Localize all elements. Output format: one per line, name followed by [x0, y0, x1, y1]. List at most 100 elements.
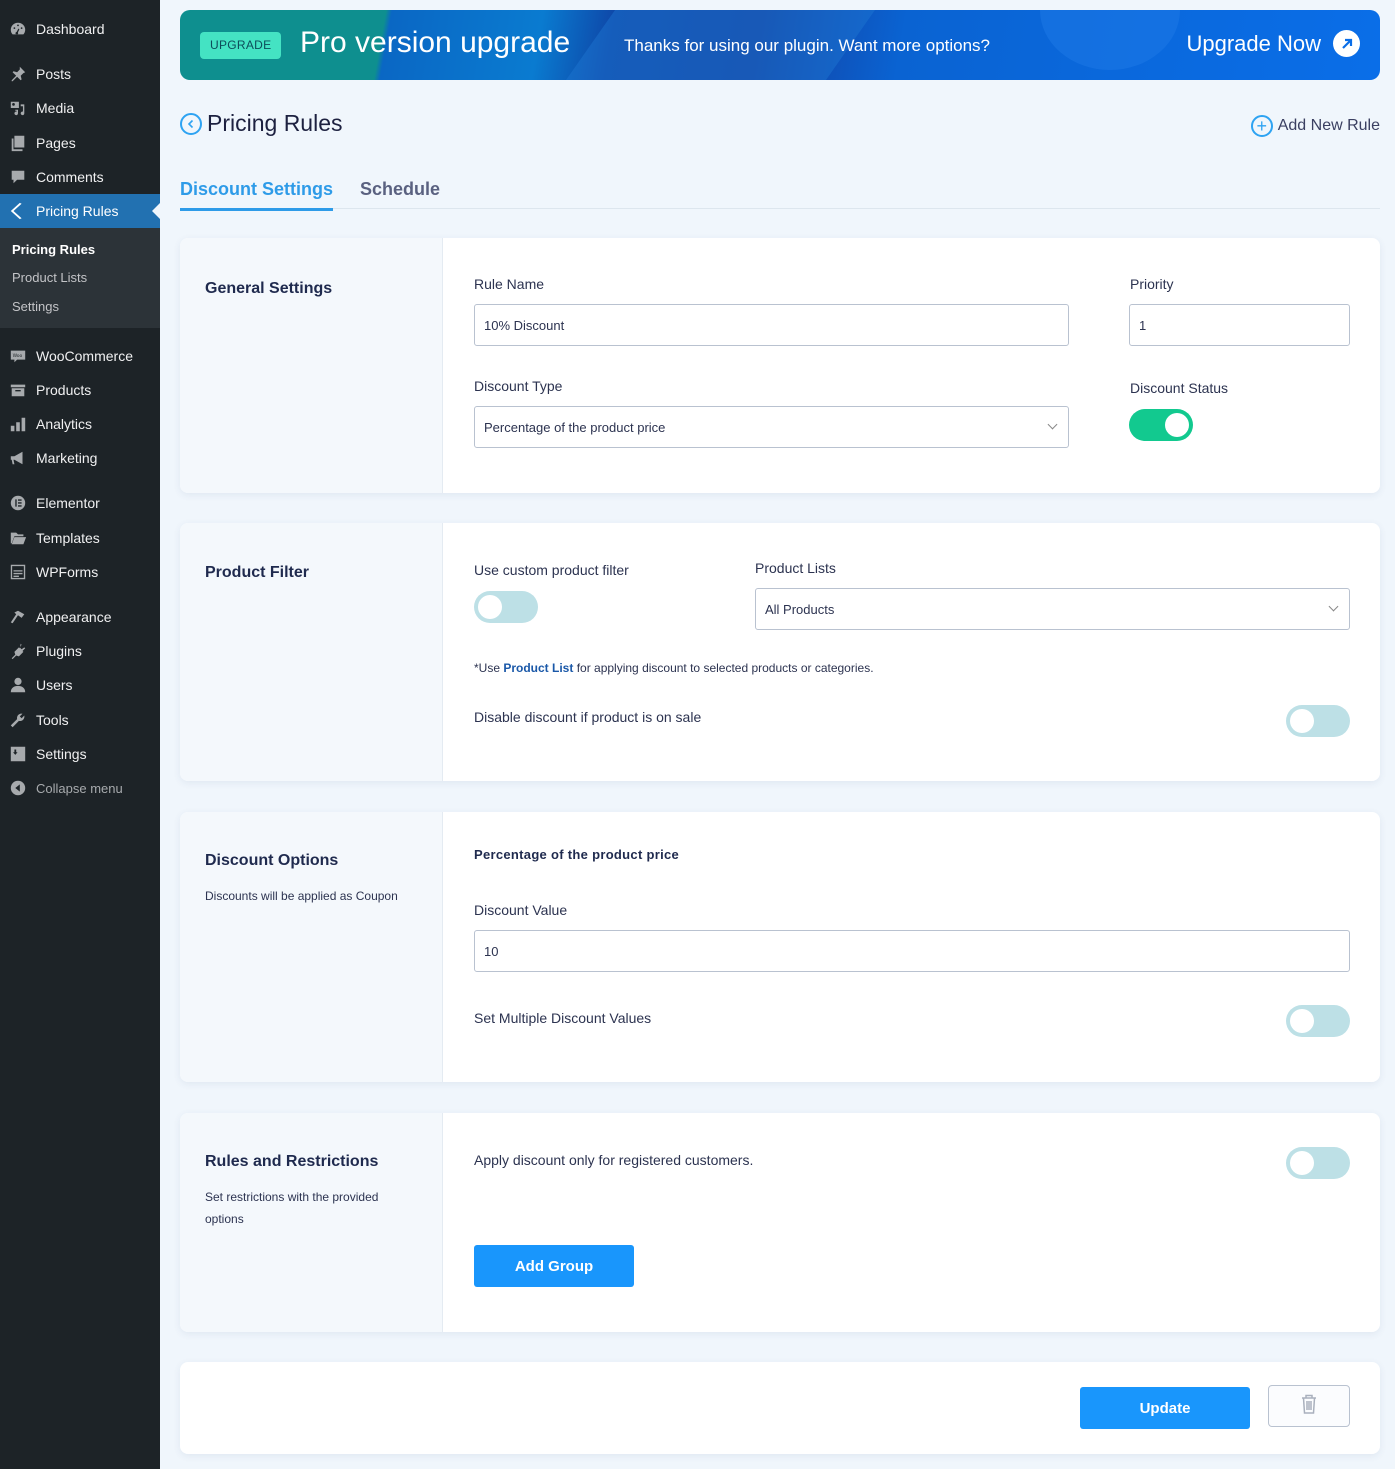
sidebar-item-label: Users [36, 677, 73, 693]
wrench-icon [8, 710, 28, 730]
sidebar-item-wpforms[interactable]: WPForms [0, 555, 160, 589]
sidebar-item-label: Plugins [36, 643, 82, 659]
sidebar-item-analytics[interactable]: Analytics [0, 407, 160, 441]
delete-button[interactable] [1268, 1385, 1350, 1427]
submenu-item-product-lists[interactable]: Product Lists [12, 270, 87, 285]
sidebar-item-comments[interactable]: Comments [0, 160, 160, 194]
admin-sidebar: Dashboard Posts Media Pages Comments Pri… [0, 0, 160, 1469]
tab-bar: Discount Settings Schedule [180, 176, 1380, 211]
card-sidebar: Discount Options Discounts will be appli… [180, 812, 443, 1082]
pages-icon [8, 133, 28, 153]
back-chevron-icon[interactable] [180, 112, 202, 135]
chevron-down-icon [1328, 601, 1339, 612]
sidebar-item-products[interactable]: Products [0, 373, 160, 407]
sidebar-item-label: Elementor [36, 495, 100, 511]
sidebar-item-users[interactable]: Users [0, 668, 160, 702]
rules-restrictions-card: Rules and Restrictions Set restrictions … [180, 1113, 1380, 1332]
sidebar-item-label: WPForms [36, 564, 99, 580]
comment-icon [8, 167, 28, 187]
card-sidebar: Rules and Restrictions Set restrictions … [180, 1113, 443, 1332]
add-group-button[interactable]: Add Group [474, 1245, 634, 1287]
discount-status-label: Discount Status [1130, 380, 1229, 396]
section-title: General Settings [205, 280, 333, 297]
custom-filter-label: Use custom product filter [474, 562, 629, 578]
upgrade-badge: UPGRADE [200, 32, 282, 59]
sidebar-item-label: Settings [36, 746, 87, 762]
sidebar-item-dashboard[interactable]: Dashboard [0, 12, 160, 46]
sidebar-item-elementor[interactable]: Elementor [0, 486, 160, 520]
product-list-hint: *Use Product List for applying discount … [474, 661, 874, 675]
banner-decoration [1040, 10, 1180, 70]
collapse-label: Collapse menu [36, 780, 123, 796]
sidebar-item-woocommerce[interactable]: Woo WooCommerce [0, 339, 160, 373]
toggle-knob [478, 595, 502, 619]
svg-text:Woo: Woo [13, 353, 23, 359]
discount-type-value: Percentage of the product price [484, 419, 666, 435]
sidebar-item-label: Pages [36, 135, 76, 151]
sidebar-item-plugins[interactable]: Plugins [0, 634, 160, 668]
sidebar-item-pages[interactable]: Pages [0, 126, 160, 160]
sidebar-item-templates[interactable]: Templates [0, 521, 160, 555]
custom-filter-toggle[interactable] [474, 591, 538, 623]
sidebar-item-pricing-rules[interactable]: Pricing Rules [0, 194, 160, 228]
card-sidebar: General Settings [180, 238, 443, 493]
rule-name-label: Rule Name [474, 276, 545, 292]
registered-only-toggle[interactable] [1286, 1147, 1350, 1179]
woo-icon: Woo [8, 346, 28, 366]
priority-input[interactable]: 1 [1129, 304, 1350, 346]
trash-icon [1299, 1393, 1319, 1420]
multiple-values-label: Set Multiple Discount Values [474, 1010, 652, 1026]
submenu-item-pricing-rules[interactable]: Pricing Rules [12, 242, 95, 257]
tab-discount-settings[interactable]: Discount Settings [180, 179, 334, 211]
sidebar-item-tools[interactable]: Tools [0, 703, 160, 737]
upgrade-now-label: Upgrade Now [1186, 30, 1321, 56]
sidebar-item-label: Analytics [36, 416, 93, 432]
media-icon [8, 98, 28, 118]
section-description: Set restrictions with the provided optio… [205, 1190, 379, 1226]
sliders-icon [8, 744, 28, 764]
discount-type-select[interactable]: Percentage of the product price [474, 406, 1069, 448]
sidebar-item-settings[interactable]: Settings [0, 737, 160, 771]
sidebar-item-marketing[interactable]: Marketing [0, 441, 160, 475]
chevron-left-icon [8, 201, 28, 221]
product-list-link[interactable]: Product List [503, 661, 573, 675]
archive-icon [8, 380, 28, 400]
external-arrow-icon [1333, 30, 1360, 57]
chevron-down-icon [1047, 419, 1058, 430]
toggle-knob [1290, 1009, 1314, 1033]
section-description: Discounts will be applied as Coupon [205, 889, 398, 903]
sidebar-item-label: Marketing [36, 450, 98, 466]
discount-value-input[interactable]: 10 [474, 930, 1350, 972]
upgrade-banner: UPGRADE Pro version upgrade Thanks for u… [180, 10, 1380, 80]
user-icon [8, 675, 28, 695]
collapse-menu-button[interactable]: Collapse menu [0, 771, 160, 805]
megaphone-icon [8, 448, 28, 468]
discount-status-toggle[interactable] [1129, 409, 1193, 441]
page-title: Pricing Rules [207, 110, 343, 136]
bar-chart-icon [8, 414, 28, 434]
add-new-rule-button[interactable]: + Add New Rule [1250, 115, 1380, 137]
rule-name-input[interactable]: 10% Discount [474, 304, 1069, 346]
section-title: Product Filter [205, 564, 310, 581]
multiple-values-toggle[interactable] [1286, 1005, 1350, 1037]
upgrade-now-button[interactable]: Upgrade Now [1186, 30, 1360, 57]
pin-icon [8, 64, 28, 84]
collapse-icon [8, 778, 28, 798]
sidebar-item-label: WooCommerce [36, 348, 133, 364]
update-button[interactable]: Update [1080, 1387, 1250, 1429]
registered-only-label: Apply discount only for registered custo… [474, 1152, 754, 1168]
add-new-rule-label: Add New Rule [1277, 117, 1380, 134]
card-sidebar: Product Filter [180, 523, 443, 781]
product-lists-select[interactable]: All Products [755, 588, 1350, 630]
sidebar-item-label: Media [36, 100, 75, 116]
discount-type-subheading: Percentage of the product price [474, 847, 680, 862]
sidebar-item-media[interactable]: Media [0, 91, 160, 125]
tab-schedule[interactable]: Schedule [360, 179, 440, 208]
folder-icon [8, 528, 28, 548]
disable-on-sale-toggle[interactable] [1286, 705, 1350, 737]
sidebar-item-posts[interactable]: Posts [0, 57, 160, 91]
general-settings-card: General Settings Rule Name 10% Discount … [180, 238, 1380, 493]
sidebar-item-appearance[interactable]: Appearance [0, 600, 160, 634]
toggle-knob [1165, 413, 1189, 437]
submenu-item-settings[interactable]: Settings [12, 299, 59, 314]
